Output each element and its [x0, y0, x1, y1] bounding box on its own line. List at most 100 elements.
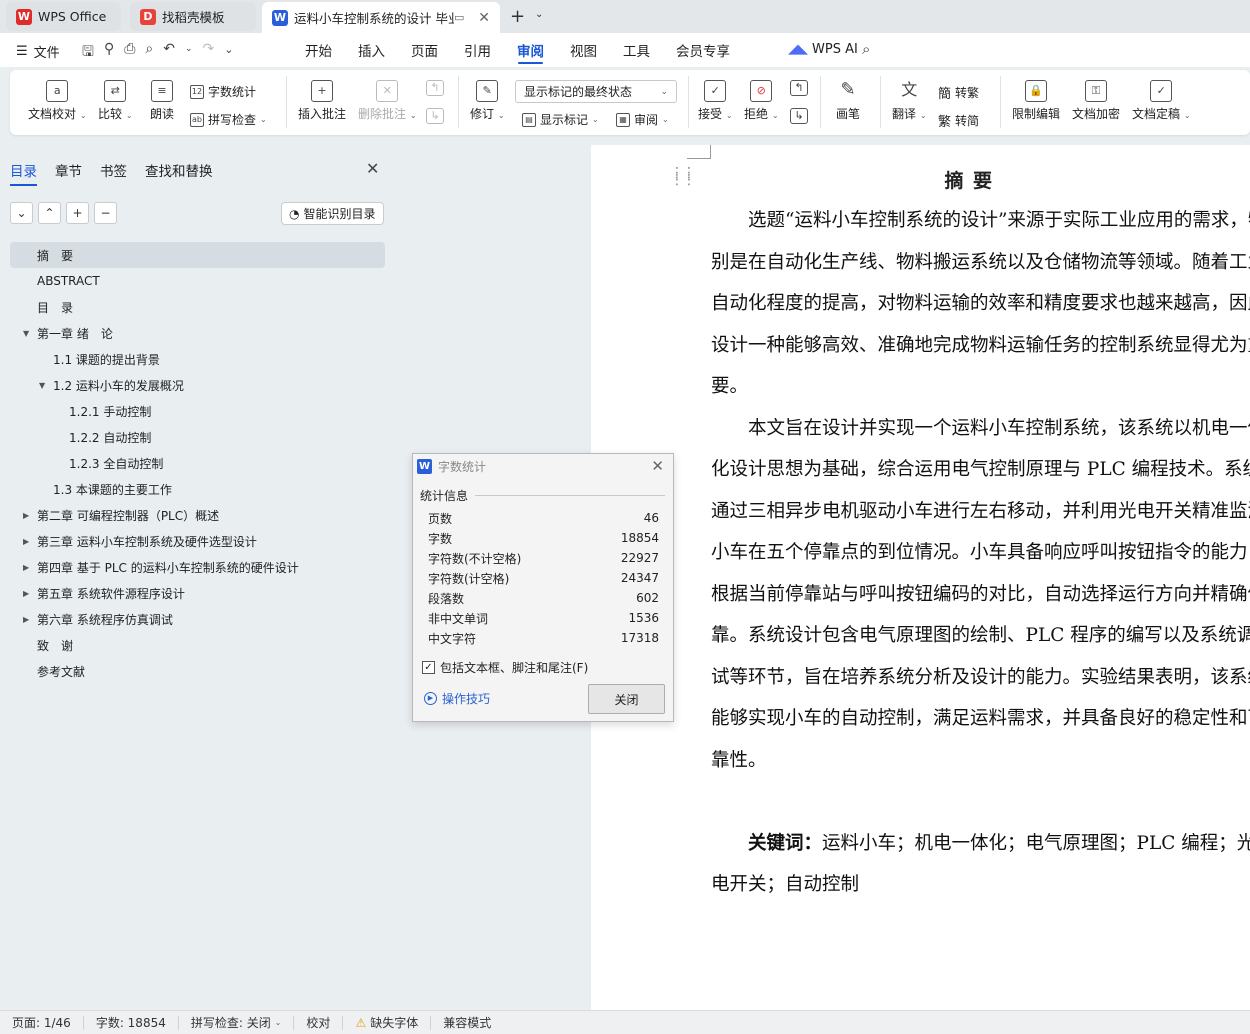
smart-toc-button[interactable]: ◔ 智能识别目录	[281, 202, 384, 225]
doc-check-button[interactable]: a 文档校对 ⌄	[28, 80, 87, 122]
collapsed-triangle-icon[interactable]: ▶	[23, 511, 29, 520]
status-words[interactable]: 字数: 18854	[84, 1015, 179, 1030]
toc-item[interactable]: ▶ 第五章 系统软件源程序设计	[10, 580, 385, 606]
toc-item[interactable]: ▶ 第二章 可编程控制器（PLC）概述	[10, 502, 385, 528]
monitor-icon[interactable]: ▭	[454, 11, 464, 24]
toc-item[interactable]: 致 谢	[10, 632, 385, 658]
status-page[interactable]: 页面: 1/46	[0, 1015, 84, 1030]
status-missing-font[interactable]: ⚠ 缺失字体	[343, 1015, 432, 1030]
display-mode-select[interactable]: 显示标记的最终状态 ⌄	[515, 80, 677, 103]
toc-item[interactable]: ABSTRACT	[10, 268, 385, 294]
save-icon[interactable]: 🖫	[82, 41, 94, 65]
to-simplified-button[interactable]: 繁 转简	[938, 111, 979, 130]
insert-comment-button[interactable]: + 插入批注	[298, 80, 346, 122]
compare-button[interactable]: ⇄ 比较 ⌄	[98, 80, 133, 122]
toc-item[interactable]: 1.1 课题的提出背景	[10, 346, 385, 372]
reject-button[interactable]: ⊘ 拒绝 ⌄	[744, 80, 779, 122]
encrypt-button[interactable]: ⚿ 文档加密	[1072, 80, 1120, 122]
doc-check-icon: a	[46, 80, 69, 102]
nav-tab-bookmarks[interactable]: 书签	[100, 160, 127, 186]
collapsed-triangle-icon[interactable]: ▶	[23, 589, 29, 598]
toc-item[interactable]: 目 录	[10, 294, 385, 320]
close-button[interactable]: 关闭	[588, 684, 665, 714]
toc-item[interactable]: ▶ 第六章 系统程序仿真调试	[10, 606, 385, 632]
menu-view[interactable]: 视图	[557, 33, 610, 67]
toc-item[interactable]: 1.2.1 手动控制	[10, 398, 385, 424]
export-icon[interactable]: ⚲	[104, 41, 114, 65]
search-icon[interactable]: ⌕	[862, 40, 870, 58]
collapsed-triangle-icon[interactable]: ▶	[23, 563, 29, 572]
nav-tab-toc[interactable]: 目录	[10, 160, 37, 186]
next-comment-button[interactable]: ↳	[426, 108, 444, 127]
undo-dropdown-icon[interactable]: ⌄	[185, 44, 193, 65]
toc-item[interactable]: ▼ 1.2 运料小车的发展概况	[10, 372, 385, 398]
accept-button[interactable]: ✓ 接受 ⌄	[698, 80, 733, 122]
close-icon[interactable]: ✕	[651, 457, 664, 475]
prev-comment-button[interactable]: ↰	[426, 80, 444, 99]
toc-item[interactable]: ▶ 第四章 基于 PLC 的运料小车控制系统的硬件设计	[10, 554, 385, 580]
menu-review[interactable]: 审阅	[504, 33, 557, 67]
delete-comment-button[interactable]: ✕ 删除批注 ⌄	[358, 80, 417, 122]
redo-icon[interactable]: ↷	[203, 41, 215, 65]
collapse-up-icon[interactable]: ⌃	[38, 202, 61, 224]
menu-member[interactable]: 会员专享	[663, 33, 743, 67]
menu-page[interactable]: 页面	[398, 33, 451, 67]
toc-item[interactable]: 1.2.3 全自动控制	[10, 450, 385, 476]
menu-tools[interactable]: 工具	[610, 33, 663, 67]
spell-check-button[interactable]: ab 拼写检查 ⌄	[190, 111, 267, 128]
status-proof[interactable]: 校对	[294, 1015, 344, 1030]
nav-tab-find-replace[interactable]: 查找和替换	[145, 160, 213, 186]
add-level-icon[interactable]: +	[66, 202, 89, 224]
next-change-button[interactable]: ↳	[790, 108, 808, 127]
print-icon[interactable]: ⎙	[124, 41, 135, 65]
wps-ai-button[interactable]: ◢◣ WPS AI	[788, 42, 858, 57]
toc-item[interactable]: 参考文献	[10, 658, 385, 684]
toc-item[interactable]: 摘 要	[10, 242, 385, 268]
include-textbox-checkbox[interactable]: ✓ 包括文本框、脚注和尾注(F)	[422, 659, 588, 676]
toc-item[interactable]: ▶ 第三章 运料小车控制系统及硬件选型设计	[10, 528, 385, 554]
tips-link[interactable]: ▶ 操作技巧	[424, 690, 490, 707]
doc-body[interactable]: 选题“运料小车控制系统的设计”来源于实际工业应用的需求，特别是在自动化生产线、物…	[711, 200, 1250, 906]
tab-wps-office[interactable]: W WPS Office	[6, 2, 121, 31]
dialog-titlebar[interactable]: W 字数统计	[413, 454, 673, 479]
toc-item[interactable]: 1.3 本课题的主要工作	[10, 476, 385, 502]
toc-item[interactable]: ▼ 第一章 绪 论	[10, 320, 385, 346]
prev-change-button[interactable]: ↰	[790, 80, 808, 99]
new-tab-icon[interactable]: +	[510, 6, 525, 27]
toc-item[interactable]: 1.2.2 自动控制	[10, 424, 385, 450]
read-aloud-button[interactable]: ≡ 朗读	[150, 80, 174, 122]
expand-down-icon[interactable]: ⌄	[10, 202, 33, 224]
close-tab-icon[interactable]: ✕	[478, 10, 490, 26]
nav-tab-sections[interactable]: 章节	[55, 160, 82, 186]
close-icon[interactable]: ✕	[366, 159, 379, 178]
more-icon[interactable]: ⌄	[224, 43, 233, 65]
tab-docer[interactable]: D 找稻壳模板	[130, 2, 256, 31]
menu-references[interactable]: 引用	[451, 33, 504, 67]
undo-icon[interactable]: ↶	[163, 41, 175, 65]
menu-insert[interactable]: 插入	[345, 33, 398, 67]
finalize-button[interactable]: ✓ 文档定稿 ⌄	[1132, 80, 1191, 122]
expanded-triangle-icon[interactable]: ▼	[23, 329, 29, 338]
show-markup-button[interactable]: ▤ 显示标记 ⌄	[522, 111, 599, 128]
review-pane-button[interactable]: ▦ 审阅 ⌄	[616, 111, 669, 128]
print-preview-icon[interactable]: ⌕	[145, 41, 153, 65]
to-traditional-button[interactable]: 簡 转繁	[938, 83, 979, 102]
expanded-triangle-icon[interactable]: ▼	[39, 381, 45, 390]
track-changes-button[interactable]: ✎ 修订 ⌄	[470, 80, 505, 122]
menu-home[interactable]: 开始	[292, 33, 345, 67]
translate-button[interactable]: 文 翻译 ⌄	[892, 80, 927, 122]
chevron-down-icon[interactable]: ⌄	[535, 9, 543, 20]
word-count-button[interactable]: 12 字数统计	[190, 83, 256, 100]
file-menu[interactable]: ☰ 文件	[16, 42, 60, 61]
remove-level-icon[interactable]: −	[94, 202, 117, 224]
status-spell[interactable]: 拼写检查: 关闭 ⌄	[179, 1015, 295, 1030]
document-page[interactable]: 摘要 选题“运料小车控制系统的设计”来源于实际工业应用的需求，特别是在自动化生产…	[591, 145, 1250, 1010]
stats-table: 页数 46 字数 18854 字符数(不计空格) 22927 字符数(计空格) 24347 段落…	[428, 508, 659, 648]
tab-document[interactable]: W 运料小车控制系统的设计 毕业 ▭ ✕	[262, 2, 500, 33]
restrict-edit-button[interactable]: 🔒 限制编辑	[1012, 80, 1060, 122]
collapsed-triangle-icon[interactable]: ▶	[23, 537, 29, 546]
collapsed-triangle-icon[interactable]: ▶	[23, 615, 29, 624]
pen-button[interactable]: ✎ 画笔	[836, 80, 860, 122]
drag-handle-icon[interactable]: ⋮⋮ ⋮⋮	[670, 166, 696, 187]
encrypt-label: 文档加密	[1072, 107, 1121, 121]
